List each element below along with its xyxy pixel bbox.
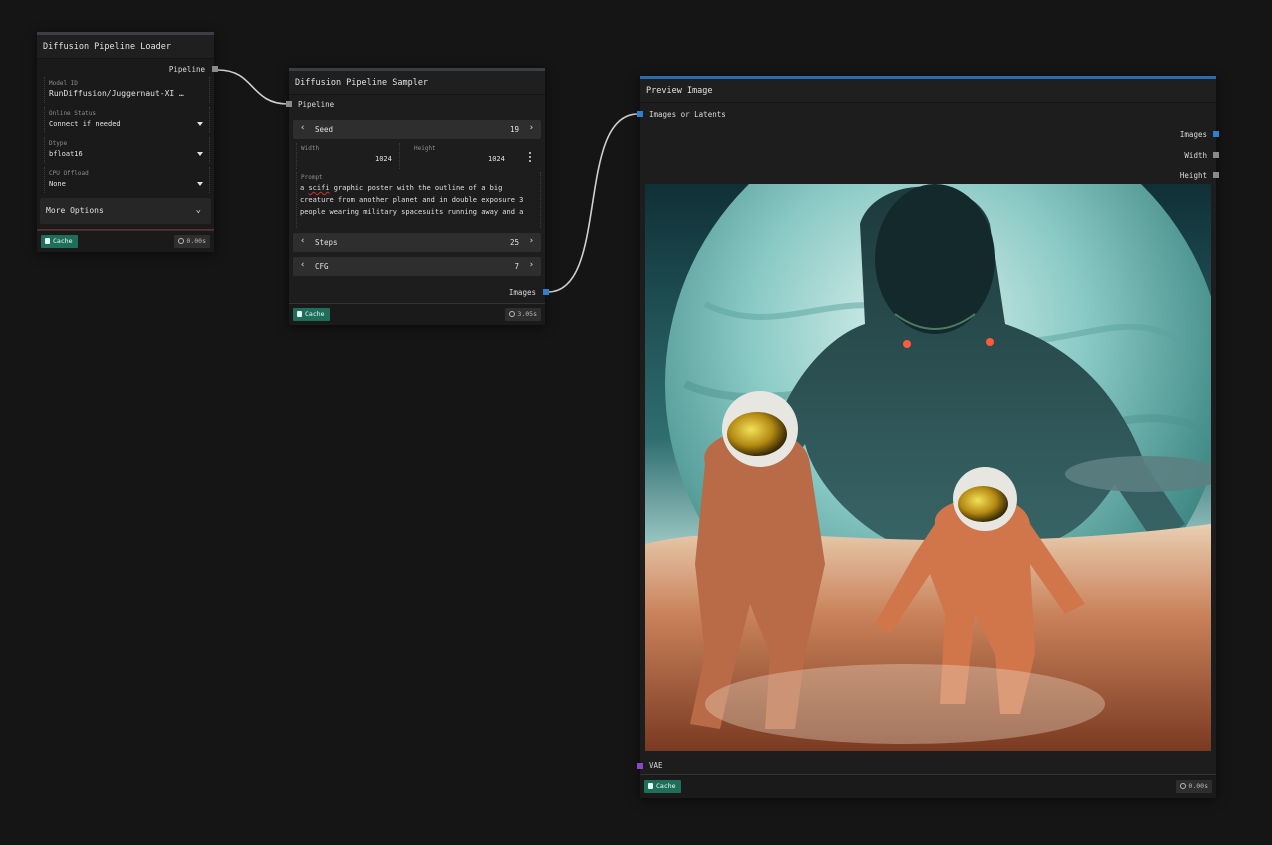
width-value[interactable]: 1024 [375,155,392,163]
chevron-down-icon [197,182,203,186]
height-label: Height [414,145,436,152]
dtype-value: bfloat16 [49,150,83,158]
output-images-port[interactable] [1213,131,1219,137]
seed-value[interactable]: 19 [510,125,519,134]
more-options-label: More Options [46,206,104,215]
height-value[interactable]: 1024 [488,155,505,163]
online-status-label: Online Status [49,110,96,117]
clock-icon [178,238,185,244]
cache-button[interactable]: Cache [293,308,330,321]
output-images-label: Images [1179,130,1207,139]
seed-stepper[interactable]: ‹ Seed 19 › [293,120,541,139]
chevron-down-icon: ⌄ [195,205,201,215]
node-title[interactable]: Diffusion Pipeline Loader [37,35,214,59]
input-images-or-latents-port[interactable] [637,111,643,117]
execution-time-badge: 0.00s [1176,780,1212,793]
prompt-misspelled-word: scifi [308,184,330,192]
input-images-or-latents-label: Images or Latents [649,110,726,119]
clock-icon [509,311,516,317]
more-options-expander[interactable]: More Options ⌄ [40,198,211,224]
steps-stepper[interactable]: ‹ Steps 25 › [293,233,541,252]
execution-time-badge: 3.05s [505,308,541,321]
trash-icon [648,783,653,789]
output-pipeline-label: Pipeline [168,65,205,74]
output-height-port[interactable] [1213,172,1219,178]
cpu-offload-label: CPU Offload [49,170,89,177]
diffusion-pipeline-sampler-node[interactable]: Diffusion Pipeline Sampler Pipeline ‹ Se… [286,68,549,325]
chevron-left-icon[interactable]: ‹ [300,123,305,133]
dtype-label: Dtype [49,140,68,147]
chevron-down-icon [197,122,203,126]
generated-image-preview[interactable] [645,184,1211,751]
steps-value[interactable]: 25 [510,238,519,247]
execution-time: 0.00s [1188,782,1208,790]
node-title[interactable]: Preview Image [640,79,1216,103]
prompt-textarea[interactable]: a scifi graphic poster with the outline … [300,182,536,218]
wire-loader-to-sampler [217,69,289,105]
cache-button[interactable]: Cache [41,235,78,248]
chevron-down-icon [197,152,203,156]
execution-time: 3.05s [517,310,537,318]
dtype-select[interactable]: Dtype bfloat16 [37,137,214,163]
online-status-value: Connect if needed [49,120,121,128]
model-id-value[interactable]: RunDiffusion/Juggernaut-XI … [49,89,184,98]
output-width-port[interactable] [1213,152,1219,158]
cache-label: Cache [305,310,325,318]
clock-icon [1180,783,1187,789]
output-width-label: Width [1184,151,1207,160]
node-footer: Cache 3.05s [289,303,545,325]
cache-label: Cache [656,782,676,790]
chevron-right-icon[interactable]: › [529,260,534,270]
execution-time-badge: 0.00s [174,235,210,248]
prompt-label: Prompt [301,174,323,181]
model-id-label: Model ID [49,80,78,87]
cfg-label: CFG [315,262,329,271]
input-pipeline-label: Pipeline [298,100,335,109]
node-footer: Cache 0.00s [640,774,1216,798]
cache-label: Cache [53,237,73,245]
output-pipeline-port[interactable] [212,66,218,72]
more-vertical-icon[interactable] [528,152,532,164]
cpu-offload-select[interactable]: CPU Offload None [37,167,214,193]
generated-image [645,184,1211,751]
node-canvas[interactable]: Diffusion Pipeline Loader Pipeline Model… [0,0,1272,845]
online-status-select[interactable]: Online Status Connect if needed [37,107,214,133]
cache-button[interactable]: Cache [644,780,681,793]
wire-sampler-to-preview [547,113,639,293]
seed-label: Seed [315,125,334,134]
diffusion-pipeline-loader-node[interactable]: Diffusion Pipeline Loader Pipeline Model… [37,32,218,252]
chevron-left-icon[interactable]: ‹ [300,236,305,246]
width-label: Width [301,145,320,152]
trash-icon [297,311,302,317]
chevron-left-icon[interactable]: ‹ [300,260,305,270]
node-title[interactable]: Diffusion Pipeline Sampler [289,71,545,95]
node-footer: Cache 0.00s [37,230,214,252]
cfg-value[interactable]: 7 [514,262,519,271]
chevron-right-icon[interactable]: › [529,123,534,133]
execution-time: 0.00s [186,237,206,245]
output-images-label: Images [508,288,536,297]
size-fields: Width 1024 Height 1024 [289,143,545,169]
input-pipeline-port[interactable] [286,101,292,107]
output-height-label: Height [1179,171,1207,180]
trash-icon [45,238,50,244]
preview-image-node[interactable]: Preview Image Images or Latents Images W… [637,76,1219,798]
output-images-port[interactable] [543,289,549,295]
chevron-right-icon[interactable]: › [529,236,534,246]
input-vae-label: VAE [649,761,663,770]
cfg-stepper[interactable]: ‹ CFG 7 › [293,257,541,276]
cpu-offload-value: None [49,180,66,188]
input-vae-port[interactable] [637,763,643,769]
steps-label: Steps [315,238,338,247]
prompt-text-rest: graphic poster with the outline of a big… [300,184,524,216]
model-id-field[interactable]: Model ID RunDiffusion/Juggernaut-XI … [37,77,214,103]
